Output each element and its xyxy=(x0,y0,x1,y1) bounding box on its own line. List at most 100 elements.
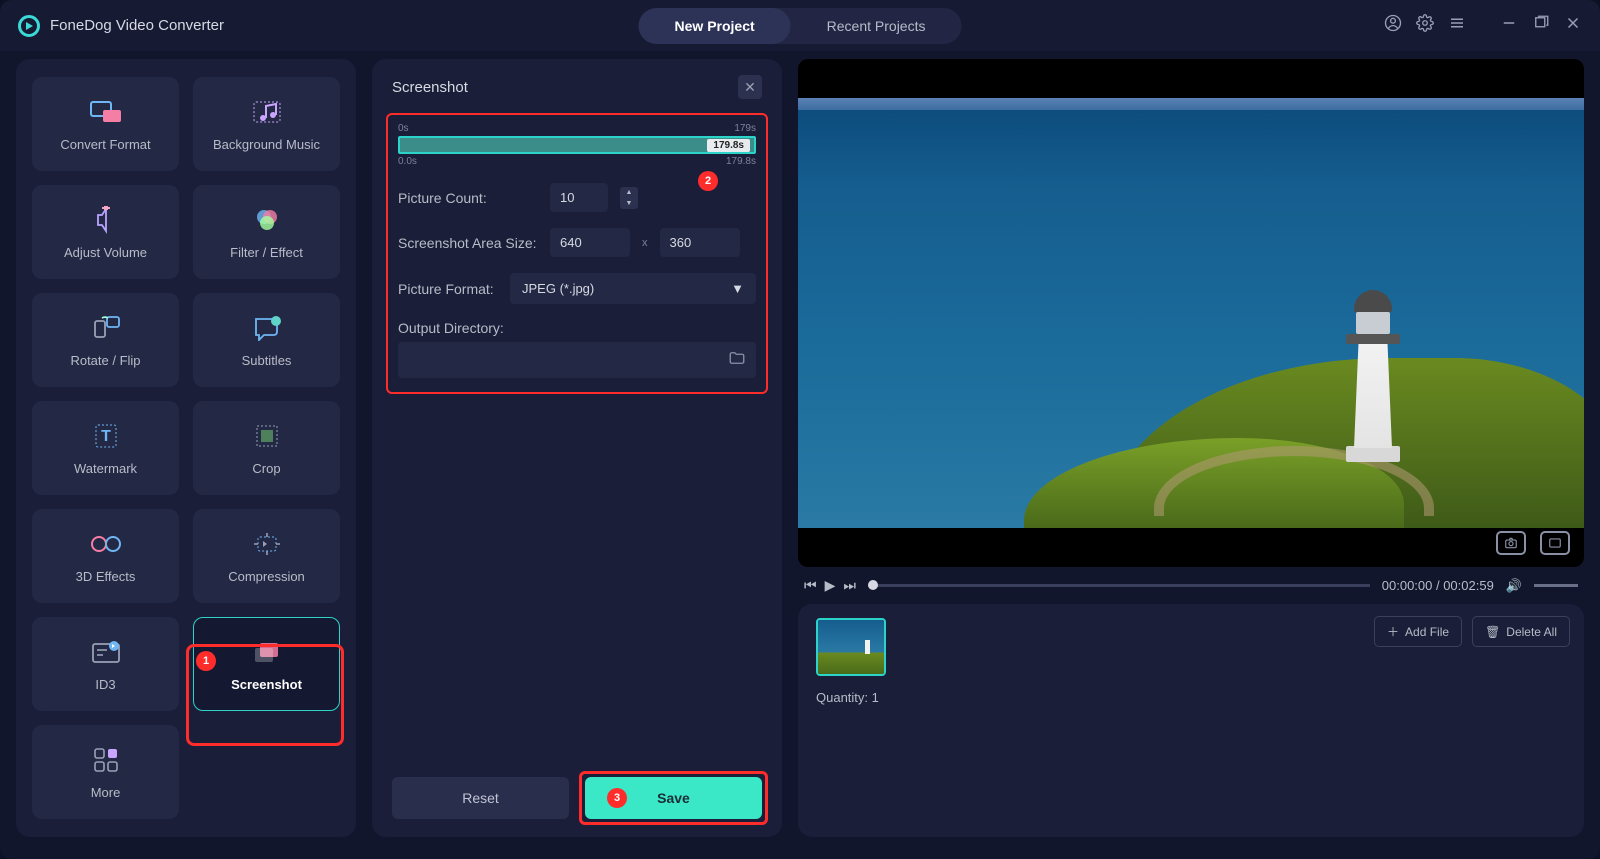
add-file-label: Add File xyxy=(1405,625,1449,639)
tool-panel: Convert Format Background Music Adjust Vol… xyxy=(16,59,356,837)
more-icon xyxy=(89,745,123,775)
app-logo: FoneDog Video Converter xyxy=(18,15,224,37)
watermark-icon: T xyxy=(89,421,123,451)
tool-watermark[interactable]: T Watermark xyxy=(32,401,179,495)
tool-label: ID3 xyxy=(95,677,115,692)
area-height-input[interactable] xyxy=(660,228,740,257)
player-controls: ⏮ ▶ ⏭ 00:00:00 / 00:02:59 🔊 xyxy=(798,577,1584,594)
delete-all-button[interactable]: 🗑 Delete All xyxy=(1472,616,1570,647)
tool-label: Subtitles xyxy=(242,353,292,368)
volume-icon[interactable]: 🔊 xyxy=(1506,578,1522,594)
timeline-range-start: 0.0s xyxy=(398,156,417,167)
tool-label: Filter / Effect xyxy=(230,245,303,260)
tool-label: 3D Effects xyxy=(76,569,136,584)
tool-id3[interactable]: ID3 xyxy=(32,617,179,711)
area-size-label: Screenshot Area Size: xyxy=(398,235,538,251)
tool-crop[interactable]: Crop xyxy=(193,401,340,495)
tool-label: Convert Format xyxy=(60,137,150,152)
tab-recent-projects[interactable]: Recent Projects xyxy=(791,8,962,44)
3d-effects-icon xyxy=(89,529,123,559)
id3-icon xyxy=(89,637,123,667)
titlebar: FoneDog Video Converter New Project Rece… xyxy=(0,0,1600,51)
folder-icon[interactable] xyxy=(728,349,746,372)
timeline-range-end: 179.8s xyxy=(726,156,756,167)
settings-panel: Screenshot ✕ 2 0s179s 179.8s 0.0s179.8s … xyxy=(372,59,782,837)
picture-count-input[interactable] xyxy=(550,183,608,212)
tool-label: Watermark xyxy=(74,461,137,476)
video-preview xyxy=(798,59,1584,567)
tab-new-project[interactable]: New Project xyxy=(639,8,791,44)
tool-3d-effects[interactable]: 3D Effects xyxy=(32,509,179,603)
settings-icon[interactable] xyxy=(1416,14,1434,37)
convert-format-icon xyxy=(89,97,123,127)
account-icon[interactable] xyxy=(1384,14,1402,37)
logo-icon xyxy=(18,15,40,37)
timeline-tag: 179.8s xyxy=(707,139,750,152)
timeline-start-label: 0s xyxy=(398,123,409,134)
delete-all-label: Delete All xyxy=(1506,625,1557,639)
minimize-icon[interactable] xyxy=(1500,14,1518,37)
volume-slider[interactable] xyxy=(1534,584,1578,587)
seek-bar[interactable] xyxy=(868,584,1370,587)
tool-label: Background Music xyxy=(213,137,320,152)
filter-effect-icon xyxy=(250,205,284,235)
tool-label: More xyxy=(91,785,121,800)
background-music-icon xyxy=(250,97,284,127)
chevron-down-icon: ▼ xyxy=(731,281,744,296)
file-bar: ＋ Add File 🗑 Delete All Quantity: 1 xyxy=(798,604,1584,837)
menu-icon[interactable] xyxy=(1448,14,1466,37)
area-width-input[interactable] xyxy=(550,228,630,257)
tool-filter-effect[interactable]: Filter / Effect xyxy=(193,185,340,279)
tool-subtitles[interactable]: Subtitles xyxy=(193,293,340,387)
tool-adjust-volume[interactable]: Adjust Volume xyxy=(32,185,179,279)
tool-label: Crop xyxy=(252,461,280,476)
forward-icon[interactable]: ⏭ xyxy=(843,577,856,594)
rotate-flip-icon xyxy=(89,313,123,343)
tool-compression[interactable]: Compression xyxy=(193,509,340,603)
plus-icon: ＋ xyxy=(1387,623,1399,640)
tool-more[interactable]: More xyxy=(32,725,179,819)
tool-convert-format[interactable]: Convert Format xyxy=(32,77,179,171)
panel-title: Screenshot xyxy=(392,79,468,96)
capture-icon[interactable] xyxy=(1496,531,1526,555)
save-button-label: Save xyxy=(657,790,690,806)
save-button[interactable]: 3 Save xyxy=(585,777,762,819)
screenshot-icon xyxy=(250,637,284,667)
player-time: 00:00:00 / 00:02:59 xyxy=(1382,578,1494,593)
file-thumbnail[interactable] xyxy=(816,618,886,676)
trash-icon: 🗑 xyxy=(1485,625,1500,639)
tool-label: Adjust Volume xyxy=(64,245,147,260)
compression-icon xyxy=(250,529,284,559)
area-size-separator: x xyxy=(642,237,648,249)
preview-area: ⏮ ▶ ⏭ 00:00:00 / 00:02:59 🔊 ＋ Add File 🗑 D… xyxy=(798,59,1584,837)
svg-text:T: T xyxy=(101,428,111,445)
subtitles-icon xyxy=(250,313,284,343)
output-dir-field[interactable] xyxy=(398,342,756,378)
picture-count-stepper[interactable]: ▲▼ xyxy=(620,187,638,209)
tool-rotate-flip[interactable]: Rotate / Flip xyxy=(32,293,179,387)
format-label: Picture Format: xyxy=(398,281,498,297)
callout-2-badge: 2 xyxy=(698,171,718,191)
add-file-button[interactable]: ＋ Add File xyxy=(1374,616,1462,647)
tool-background-music[interactable]: Background Music xyxy=(193,77,340,171)
fullscreen-icon[interactable] xyxy=(1540,531,1570,555)
callout-3-badge: 3 xyxy=(607,788,627,808)
app-title: FoneDog Video Converter xyxy=(50,17,224,34)
callout-1-badge: 1 xyxy=(196,651,216,671)
format-value: JPEG (*.jpg) xyxy=(522,281,594,296)
close-icon[interactable] xyxy=(1564,14,1582,37)
panel-close-button[interactable]: ✕ xyxy=(738,75,762,99)
maximize-icon[interactable] xyxy=(1532,14,1550,37)
rewind-icon[interactable]: ⏮ xyxy=(804,577,817,594)
timeline-end-label: 179s xyxy=(734,123,756,134)
reset-button[interactable]: Reset xyxy=(392,777,569,819)
timeline[interactable]: 0s 179s 179.8s 0.0s 179.8s xyxy=(398,123,756,167)
adjust-volume-icon xyxy=(89,205,123,235)
format-select[interactable]: JPEG (*.jpg) ▼ xyxy=(510,273,756,304)
play-icon[interactable]: ▶ xyxy=(825,577,836,594)
tool-label: Screenshot xyxy=(231,677,302,692)
picture-count-label: Picture Count: xyxy=(398,190,538,206)
quantity-label: Quantity: 1 xyxy=(816,690,1566,705)
tool-label: Rotate / Flip xyxy=(70,353,140,368)
tool-label: Compression xyxy=(228,569,305,584)
